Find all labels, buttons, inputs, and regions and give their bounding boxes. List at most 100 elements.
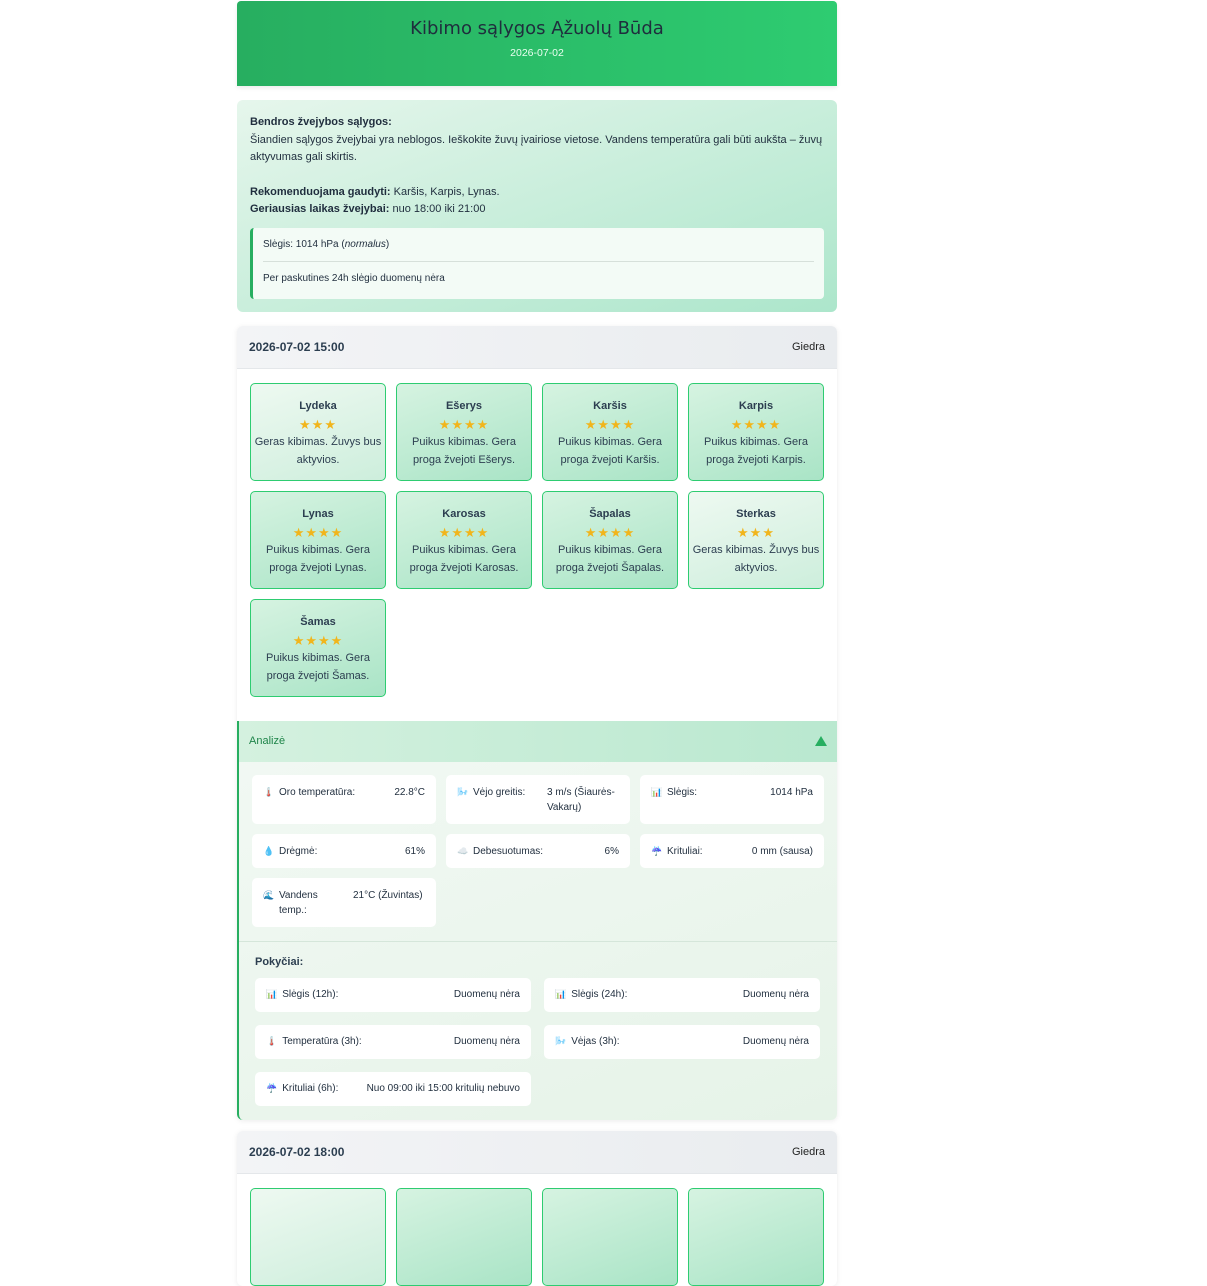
header-date: 2026-07-02 — [510, 47, 564, 59]
metric-icon: ☔ — [651, 845, 663, 856]
fish-description: Geras kibimas. Žuvys bus aktyvios. — [254, 435, 382, 466]
pressure-line: Slėgis: 1014 hPa (normalus) — [263, 236, 814, 262]
page-header: Kibimo sąlygos Ąžuolų Būda 2026-07-02 — [237, 1, 837, 86]
pressure-box: Slėgis: 1014 hPa (normalus) Per paskutin… — [250, 227, 824, 299]
rating-stars-icon: ★★★ — [299, 416, 337, 432]
rating-stars-icon: ★★★★ — [730, 416, 782, 432]
change-card: 🌬️ Vėjas (3h): Duomenų nėra — [544, 1024, 820, 1059]
changes-title: Pokyčiai: — [255, 955, 304, 968]
change-value: Nuo 09:00 iki 15:00 kritulių nebuvo — [366, 1083, 520, 1094]
best-time-value: nuo 18:00 iki 21:00 — [389, 203, 486, 215]
fish-name: Sterkas — [736, 507, 776, 520]
rating-stars-icon: ★★★★ — [292, 632, 344, 648]
fish-card: Lydeka ★★★ Geras kibimas. Žuvys bus aktyvi… — [250, 382, 386, 481]
forecast-card-2: 2026-07-02 18:00 Giedra — [237, 1130, 837, 1286]
rating-stars-icon: ★★★★ — [584, 524, 636, 540]
metric-value: 0 mm (sausa) — [751, 845, 813, 857]
fish-card — [688, 1187, 824, 1286]
fish-card — [250, 1187, 386, 1286]
pressure-note: Per paskutines 24h slėgio duomenų nėra — [263, 273, 445, 284]
change-icon: 📊 — [555, 989, 567, 999]
change-icon: 🌡️ — [266, 1036, 278, 1046]
metric-card: ☁️ Debesuotumas: 6% — [446, 833, 630, 868]
change-icon: ☔ — [266, 1083, 278, 1093]
general-label: Bendros žvejybos sąlygos: — [250, 116, 392, 128]
change-label: Krituliai (6h): — [282, 1083, 339, 1094]
metric-label: Drėgmė: — [279, 845, 318, 857]
metric-icon: 🌊 — [263, 889, 275, 900]
change-label: Temperatūra (3h): — [282, 1036, 362, 1047]
changes-grid: 📊 Slėgis (12h): Duomenų nėra 📊 Slėgis (24h):… — [255, 977, 821, 1106]
change-label-group: 📊 Slėgis (24h): — [555, 989, 627, 1000]
metric-label: Vėjo greitis: — [473, 786, 526, 798]
change-label-group: ☔ Krituliai (6h): — [266, 1083, 338, 1094]
fish-name: Karpis — [738, 399, 774, 412]
change-label-group: 🌡️ Temperatūra (3h): — [266, 1036, 362, 1047]
metric-value: 21°C (Žuvintas) — [353, 889, 423, 901]
metric-label-group: 🌬️ Vėjo greitis: — [457, 785, 537, 800]
fish-description: Puikus kibimas. Gera proga žvejoti Ešery… — [412, 435, 516, 466]
fish-card — [396, 1187, 532, 1286]
fish-card: Karpis ★★★★ Puikus kibimas. Gera proga žve… — [688, 382, 824, 481]
metric-value: 1014 hPa — [770, 786, 813, 798]
fish-card: Ešerys ★★★★ Puikus kibimas. Gera proga žve… — [396, 382, 532, 481]
fish-description: Puikus kibimas. Gera proga žvejoti Šamas… — [266, 651, 370, 682]
recommend-row: Rekomenduojama gaudyti: Karšis, Karpis, … — [250, 184, 824, 202]
metric-card: 💧 Drėgmė: 61% — [252, 833, 436, 868]
metric-label-group: 🌊 Vandens temp.: — [263, 888, 343, 918]
change-label: Slėgis (24h): — [571, 989, 628, 1000]
page-container: Kibimo sąlygos Ąžuolų Būda 2026-07-02 Be… — [237, 1, 837, 1286]
metric-card: 🌊 Vandens temp.: 21°C (Žuvintas) — [252, 877, 436, 927]
recommend-label: Rekomenduojama gaudyti: — [250, 185, 391, 198]
changes-section: Pokyčiai: 📊 Slėgis (12h): Duomenų nėra 📊 Slė… — [239, 942, 837, 1120]
fish-card: Karosas ★★★★ Puikus kibimas. Gera proga žv… — [396, 490, 532, 589]
metric-value: 3 m/s (Šiaurės-Vakarų) — [547, 786, 615, 813]
fish-name: Ešerys — [445, 399, 483, 412]
metric-icon: ☁️ — [457, 845, 469, 856]
fish-name: Šamas — [300, 615, 336, 628]
analysis-title: Analizė — [249, 735, 286, 747]
metric-label: Oro temperatūra: — [279, 786, 356, 798]
fish-card — [542, 1187, 678, 1286]
metric-label-group: ☔ Krituliai: — [651, 844, 703, 859]
fish-description: Geras kibimas. Žuvys bus aktyvios. — [692, 543, 820, 574]
metric-card: ☔ Krituliai: 0 mm (sausa) — [640, 833, 824, 868]
fish-description: Puikus kibimas. Gera proga žvejoti Šapal… — [555, 543, 665, 574]
change-label-group: 🌬️ Vėjas (3h): — [555, 1036, 620, 1047]
metric-label: Vandens temp.: — [279, 889, 318, 916]
rating-stars-icon: ★★★ — [737, 524, 775, 540]
change-card: 📊 Slėgis (24h): Duomenų nėra — [544, 977, 820, 1012]
pressure-suffix: ) — [385, 238, 390, 250]
metric-card: 🌡️ Oro temperatūra: 22.8°C — [252, 774, 436, 824]
metric-label-group: 💧 Drėgmė: — [263, 844, 317, 859]
change-card: 📊 Slėgis (12h): Duomenų nėra — [255, 977, 531, 1012]
rating-stars-icon: ★★★★ — [292, 524, 344, 540]
fish-card: Šamas ★★★★ Puikus kibimas. Gera proga žvej… — [250, 598, 386, 697]
forecast-time-2: 2026-07-02 18:00 — [249, 1144, 345, 1159]
metric-value: 6% — [604, 845, 619, 857]
metric-icon: 🌬️ — [457, 786, 469, 797]
forecast-condition-2: Giedra — [791, 1145, 825, 1158]
forecast-card: 2026-07-02 15:00 Giedra Lydeka ★★★ Geras k… — [237, 325, 837, 1120]
metric-value: 22.8°C — [394, 786, 425, 798]
page-title: Kibimo sąlygos Ąžuolų Būda — [410, 18, 664, 39]
general-text: Šiandien sąlygos žvejybai yra neblogos. … — [250, 133, 823, 164]
metric-label-group: 📊 Slėgis: — [651, 785, 697, 800]
collapse-triangle-icon[interactable] — [815, 736, 827, 746]
metric-card: 📊 Slėgis: 1014 hPa — [640, 774, 824, 824]
change-label: Slėgis (12h): — [282, 989, 339, 1000]
pressure-prefix: Slėgis: 1014 hPa ( — [263, 238, 345, 250]
analysis-panel: Analizė 🌡️ Oro temperatūra: 22.8°C 🌬️ Vėjo g… — [237, 720, 837, 1120]
change-value: Duomenų nėra — [742, 1036, 809, 1047]
metric-label: Debesuotumas: — [473, 845, 544, 857]
fish-description: Puikus kibimas. Gera proga žvejoti Karpi… — [704, 435, 808, 466]
fish-card: Karšis ★★★★ Puikus kibimas. Gera proga žve… — [542, 382, 678, 481]
fish-card: Sterkas ★★★ Geras kibimas. Žuvys bus aktyv… — [688, 490, 824, 589]
summary-panel: Bendros žvejybos sąlygos: Šiandien sąlyg… — [237, 100, 837, 312]
fish-description: Puikus kibimas. Gera proga žvejoti Karos… — [409, 543, 519, 574]
analysis-toggle[interactable]: Analizė — [239, 720, 837, 762]
metric-label: Slėgis: — [667, 786, 698, 798]
fish-grid-2 — [237, 1174, 837, 1286]
metric-icon: 💧 — [263, 845, 275, 856]
recommend-value: Karšis, Karpis, Lynas. — [390, 185, 500, 198]
